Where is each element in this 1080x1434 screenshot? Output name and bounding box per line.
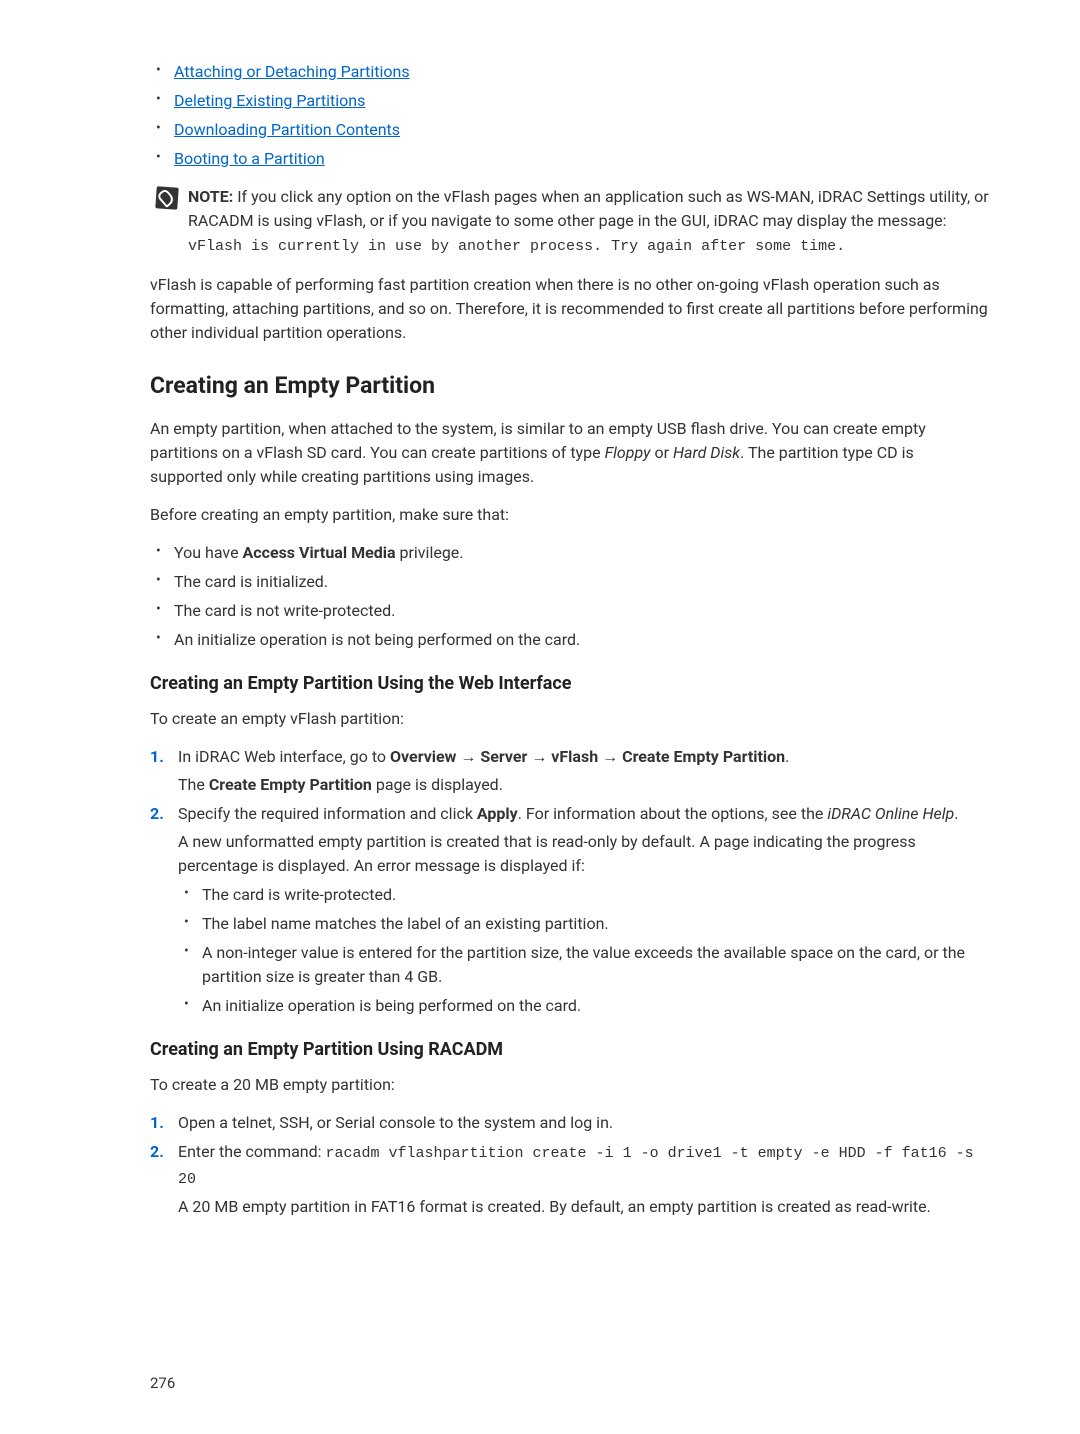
racadm-step-1: Open a telnet, SSH, or Serial console to…	[150, 1111, 990, 1135]
text-fragment: or	[650, 443, 672, 462]
step-body: A 20 MB empty partition in FAT16 format …	[178, 1195, 990, 1219]
text-fragment: You have	[174, 543, 243, 562]
italic-harddisk: Hard Disk	[673, 443, 740, 462]
heading-web-interface: Creating an Empty Partition Using the We…	[150, 670, 990, 697]
italic-idrac-help: iDRAC Online Help	[827, 804, 954, 823]
step-body: A new unformatted empty partition is cre…	[178, 830, 990, 878]
paragraph-vflash-capability: vFlash is capable of performing fast par…	[150, 273, 990, 345]
link-downloading[interactable]: Downloading Partition Contents	[174, 120, 400, 139]
paragraph-web-intro: To create an empty vFlash partition:	[150, 707, 990, 731]
heading-racadm: Creating an Empty Partition Using RACADM	[150, 1036, 990, 1063]
arrow: →	[598, 747, 622, 766]
prereq-item: The card is initialized.	[150, 570, 990, 594]
link-item: Attaching or Detaching Partitions	[150, 60, 990, 84]
text-fragment: . For information about the options, see…	[518, 804, 828, 823]
bold-apply: Apply	[477, 804, 518, 823]
bold-page-name: Create Empty Partition	[209, 775, 372, 794]
arrow: →	[527, 747, 551, 766]
note-label: NOTE:	[188, 187, 233, 206]
text-fragment: privilege.	[396, 543, 464, 562]
top-links-list: Attaching or Detaching Partitions Deleti…	[150, 60, 990, 171]
text-fragment: Enter the command:	[178, 1142, 326, 1161]
text-fragment: Specify the required information and cli…	[178, 804, 477, 823]
error-item: The card is write-protected.	[178, 883, 990, 907]
paragraph-racadm-intro: To create a 20 MB empty partition:	[150, 1073, 990, 1097]
prereq-item: An initialize operation is not being per…	[150, 628, 990, 652]
link-attaching[interactable]: Attaching or Detaching Partitions	[174, 62, 410, 81]
italic-floppy: Floppy	[605, 443, 651, 462]
text-fragment: page is displayed.	[372, 775, 503, 794]
prereq-item: The card is not write-protected.	[150, 599, 990, 623]
page-number: 276	[150, 1372, 175, 1395]
note-text: If you click any option on the vFlash pa…	[188, 187, 989, 230]
prereq-item: You have Access Virtual Media privilege.	[150, 541, 990, 565]
error-item: An initialize operation is being perform…	[178, 994, 990, 1018]
racadm-step-2: Enter the command: racadm vflashpartitio…	[150, 1140, 990, 1219]
link-item: Booting to a Partition	[150, 147, 990, 171]
web-step-2: Specify the required information and cli…	[150, 802, 990, 1018]
error-item: The label name matches the label of an e…	[178, 912, 990, 936]
note-mono: vFlash is currently in use by another pr…	[188, 238, 845, 255]
error-conditions-list: The card is write-protected. The label n…	[178, 883, 990, 1018]
arrow: →	[456, 747, 480, 766]
bold-overview: Overview	[390, 747, 456, 766]
bold-create-empty: Create Empty Partition	[622, 747, 785, 766]
paragraph-empty-partition-desc: An empty partition, when attached to the…	[150, 417, 990, 489]
text-fragment: In iDRAC Web interface, go to	[178, 747, 390, 766]
bold-access-virtual-media: Access Virtual Media	[243, 543, 396, 562]
link-item: Downloading Partition Contents	[150, 118, 990, 142]
note-block: NOTE: If you click any option on the vFl…	[150, 185, 990, 259]
web-step-1: In iDRAC Web interface, go to Overview →…	[150, 745, 990, 797]
text-fragment: The	[178, 775, 209, 794]
link-booting[interactable]: Booting to a Partition	[174, 149, 325, 168]
bold-vflash: vFlash	[551, 747, 598, 766]
heading-creating-empty-partition: Creating an Empty Partition	[150, 369, 990, 404]
link-item: Deleting Existing Partitions	[150, 89, 990, 113]
error-item: A non-integer value is entered for the p…	[178, 941, 990, 989]
note-content: NOTE: If you click any option on the vFl…	[188, 185, 990, 259]
bold-server: Server	[480, 747, 527, 766]
web-steps-list: In iDRAC Web interface, go to Overview →…	[150, 745, 990, 1018]
racadm-steps-list: Open a telnet, SSH, or Serial console to…	[150, 1111, 990, 1219]
link-deleting[interactable]: Deleting Existing Partitions	[174, 91, 365, 110]
note-icon	[155, 186, 178, 209]
step-body: The Create Empty Partition page is displ…	[178, 773, 990, 797]
prerequisites-list: You have Access Virtual Media privilege.…	[150, 541, 990, 652]
paragraph-before-creating: Before creating an empty partition, make…	[150, 503, 990, 527]
